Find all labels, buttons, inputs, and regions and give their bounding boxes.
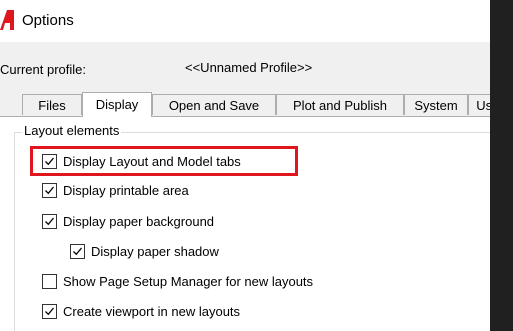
option-label: Display Layout and Model tabs [63, 153, 241, 169]
options-dialog: Options Current profile: <<Unnamed Profi… [0, 0, 490, 331]
background-window-edge [490, 0, 513, 331]
option-display-layout-model-tabs[interactable]: Display Layout and Model tabs [42, 151, 241, 171]
option-display-paper-background[interactable]: Display paper background [42, 211, 214, 231]
checkmark-icon [45, 217, 55, 225]
tab-display[interactable]: Display [82, 92, 152, 117]
checkbox[interactable] [42, 213, 57, 229]
tab-system[interactable]: System [404, 94, 468, 115]
dialog-title: Options [22, 12, 74, 29]
checkmark-icon [73, 247, 83, 255]
option-label: Display paper background [63, 213, 215, 229]
tab-strip: Files Display Open and Save Plot and Pub… [0, 92, 490, 117]
option-label: Create viewport in new layouts [63, 303, 241, 319]
option-label: Display paper shadow [91, 243, 219, 259]
option-display-printable-area[interactable]: Display printable area [42, 180, 189, 200]
checkbox[interactable] [42, 182, 57, 198]
option-label: Show Page Setup Manager for new layouts [63, 273, 314, 289]
checkbox[interactable] [70, 243, 85, 259]
checkmark-icon [45, 186, 55, 194]
option-create-viewport[interactable]: Create viewport in new layouts [42, 301, 240, 321]
current-profile-label: Current profile: [0, 62, 86, 77]
checkmark-icon [45, 157, 55, 165]
current-profile-value: <<Unnamed Profile>> [185, 60, 313, 75]
autocad-logo-icon [0, 10, 14, 30]
checkbox[interactable] [42, 303, 57, 319]
layout-elements-legend: Layout elements [22, 123, 122, 138]
checkmark-icon [45, 307, 55, 315]
option-display-paper-shadow[interactable]: Display paper shadow [70, 241, 219, 261]
tab-plot-and-publish[interactable]: Plot and Publish [276, 94, 404, 115]
option-label: Display printable area [63, 182, 189, 198]
display-tab-panel: Layout elements Display Layout and Model… [0, 116, 490, 331]
option-show-page-setup-manager[interactable]: Show Page Setup Manager for new layouts [42, 271, 313, 291]
tab-user[interactable]: User [468, 94, 490, 115]
title-bar[interactable]: Options [0, 0, 490, 42]
checkbox[interactable] [42, 153, 57, 169]
checkbox[interactable] [42, 273, 57, 289]
tab-files[interactable]: Files [22, 94, 82, 115]
tab-open-and-save[interactable]: Open and Save [152, 94, 276, 115]
current-profile-row: Current profile: <<Unnamed Profile>> [0, 42, 490, 92]
